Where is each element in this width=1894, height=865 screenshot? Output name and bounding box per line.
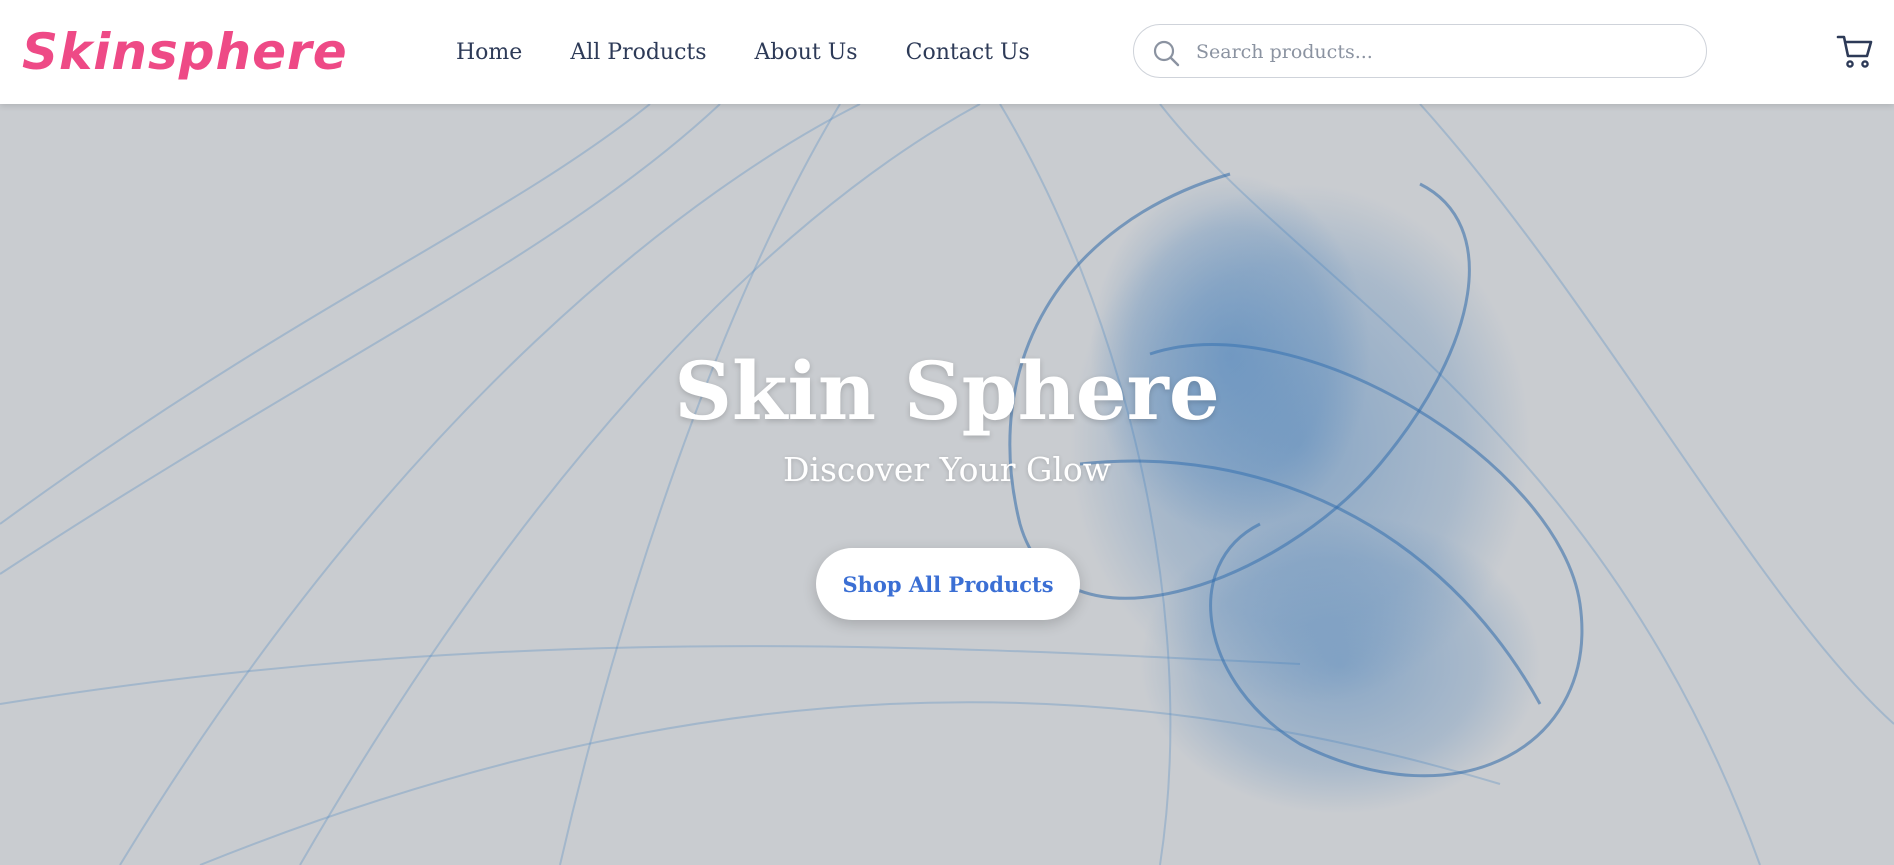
search-bar	[1133, 24, 1707, 78]
brand-logo[interactable]: Skinsphere	[22, 18, 348, 86]
nav-link-contact-us[interactable]: Contact Us	[906, 40, 1030, 65]
hero-title: Skin Sphere	[674, 344, 1220, 438]
search-icon[interactable]	[1152, 39, 1180, 67]
nav-link-about-us[interactable]: About Us	[755, 40, 858, 65]
cart-icon[interactable]	[1836, 32, 1874, 70]
hero-section: Skin Sphere Discover Your Glow Shop All …	[0, 104, 1894, 865]
main-nav: Home All Products About Us Contact Us	[456, 0, 1030, 104]
site-header: Skinsphere Home All Products About Us Co…	[0, 0, 1894, 104]
nav-link-all-products[interactable]: All Products	[570, 40, 706, 65]
nav-link-home[interactable]: Home	[456, 40, 522, 65]
shop-all-products-button[interactable]: Shop All Products	[816, 548, 1080, 620]
search-input[interactable]	[1194, 33, 1688, 71]
hero-subtitle: Discover Your Glow	[782, 450, 1112, 489]
